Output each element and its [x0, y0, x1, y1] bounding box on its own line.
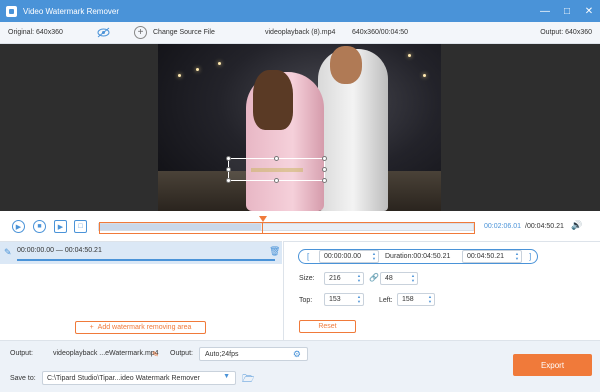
export-button[interactable]: Export — [513, 354, 592, 376]
format-label: Output: — [170, 350, 193, 357]
output-bar: Output: videoplayback ...eWatermark.mp4 … — [0, 340, 600, 392]
total-time: /00:04:50.21 — [525, 223, 564, 230]
resize-handle[interactable] — [322, 167, 327, 172]
add-area-label: Add watermark removing area — [97, 324, 192, 331]
top-value: 153 — [329, 296, 341, 303]
link-icon[interactable]: 🔗 — [369, 273, 379, 282]
light-dot — [218, 62, 221, 65]
window-title: Video Watermark Remover — [23, 6, 120, 16]
segment-panel: ✎ 00:00:00.00 — 00:04:50.21 🗑 + Add wate… — [0, 241, 282, 340]
info-bar: Original: 640x360 + Change Source File v… — [0, 22, 600, 44]
output-label: Output: — [10, 350, 33, 357]
area-settings-panel: [ 00:00:00.00 ▲ ▼ Duration:00:04:50.21 00… — [283, 241, 600, 340]
resize-handle[interactable] — [226, 167, 231, 172]
add-area-button[interactable]: + Add watermark removing area — [75, 321, 206, 334]
start-time-field[interactable]: 00:00:00.00 ▲ ▼ — [319, 250, 379, 263]
brush-icon: ✎ — [4, 247, 12, 257]
watermark-selection-box[interactable] — [226, 156, 327, 183]
light-dot — [178, 74, 181, 77]
playhead[interactable] — [259, 216, 267, 222]
height-field[interactable]: 48 ▲ ▼ — [380, 272, 418, 285]
duration-value: Duration:00:04:50.21 — [385, 253, 451, 260]
spinner-icon[interactable]: ▲ ▼ — [371, 251, 377, 262]
edit-icon[interactable]: ✎ — [152, 350, 159, 359]
output-format-field[interactable]: Auto;24fps ⚙ — [199, 347, 308, 361]
playhead-line — [262, 222, 263, 234]
folder-icon[interactable]: 🗁 — [242, 372, 254, 389]
duration-bar: [ 00:00:00.00 ▲ ▼ Duration:00:04:50.21 00… — [298, 249, 538, 264]
resize-handle[interactable] — [322, 178, 327, 183]
stop-icon[interactable]: ■ — [33, 220, 46, 233]
light-dot — [408, 54, 411, 57]
video-figure-woman-hair — [253, 70, 293, 130]
save-path-value: C:\Tipard Studio\Tipar...ideo Watermark … — [47, 374, 200, 382]
source-dimensions: 640x360/00:04:50 — [352, 29, 409, 36]
current-time: 00:02:06.01 — [484, 223, 521, 230]
duration-field: Duration:00:04:50.21 — [381, 250, 459, 263]
resize-handle[interactable] — [226, 156, 231, 161]
spinner-icon[interactable]: ▲ ▼ — [514, 251, 520, 262]
width-value: 216 — [329, 275, 341, 282]
chevron-down-icon[interactable]: ▼ — [223, 373, 230, 380]
resize-handle[interactable] — [274, 178, 279, 183]
loop-icon[interactable]: □ — [74, 220, 87, 233]
title-bar: Video Watermark Remover — □ ✕ — [0, 0, 600, 22]
light-dot — [423, 74, 426, 77]
resize-handle[interactable] — [322, 156, 327, 161]
app-logo-icon — [6, 5, 17, 17]
video-player — [0, 44, 600, 211]
save-to-label: Save to: — [10, 375, 36, 382]
volume-icon[interactable]: 🔊 — [571, 220, 583, 231]
output-resolution: Output: 640x360 — [540, 29, 592, 36]
top-field[interactable]: 153 ▲ ▼ — [324, 293, 364, 306]
video-frame — [158, 44, 441, 211]
spinner-icon[interactable]: ▲ ▼ — [410, 273, 416, 284]
timeline-range[interactable] — [99, 222, 475, 234]
output-filename: videoplayback ...eWatermark.mp4 — [53, 350, 159, 357]
timeline[interactable] — [98, 216, 475, 234]
light-dot — [196, 68, 199, 71]
play-icon[interactable]: ▶ — [12, 220, 25, 233]
eye-hidden-icon[interactable] — [97, 27, 110, 38]
left-label: Left: — [379, 297, 393, 304]
spinner-icon[interactable]: ▲ ▼ — [356, 273, 362, 284]
size-label: Size: — [299, 275, 315, 282]
height-value: 48 — [385, 275, 393, 282]
resize-handle[interactable] — [226, 178, 231, 183]
end-time-value: 00:04:50.21 — [467, 253, 504, 260]
spinner-icon[interactable]: ▲ ▼ — [427, 294, 433, 305]
segment-range: 00:00:00.00 — 00:04:50.21 — [17, 247, 102, 254]
resize-handle[interactable] — [274, 156, 279, 161]
end-time-field[interactable]: 00:04:50.21 ▲ ▼ — [462, 250, 522, 263]
left-field[interactable]: 158 ▲ ▼ — [397, 293, 435, 306]
start-time-value: 00:00:00.00 — [324, 253, 361, 260]
bracket-left-icon[interactable]: [ — [307, 252, 309, 261]
gear-icon[interactable]: ⚙ — [293, 349, 301, 360]
segment-row[interactable]: ✎ 00:00:00.00 — 00:04:50.21 🗑 — [0, 242, 282, 264]
watermark-area — [251, 168, 303, 172]
change-source-button[interactable]: + Change Source File — [134, 26, 215, 39]
left-value: 158 — [402, 296, 414, 303]
width-field[interactable]: 216 ▲ ▼ — [324, 272, 364, 285]
output-format-value: Auto;24fps — [205, 350, 239, 358]
spinner-icon[interactable]: ▲ ▼ — [356, 294, 362, 305]
save-path-select[interactable]: C:\Tipard Studio\Tipar...ideo Watermark … — [42, 371, 236, 385]
bracket-right-icon[interactable]: ] — [529, 252, 531, 261]
maximize-icon[interactable]: □ — [556, 0, 578, 22]
window-controls: — □ ✕ — [534, 0, 600, 22]
segment-bar — [17, 259, 275, 261]
play-segment-icon[interactable]: ▶ — [54, 220, 67, 233]
original-resolution: Original: 640x360 — [8, 29, 63, 36]
minimize-icon[interactable]: — — [534, 0, 556, 22]
source-filename: videoplayback (8).mp4 — [265, 29, 336, 36]
change-source-label: Change Source File — [153, 29, 215, 36]
reset-button[interactable]: Reset — [299, 320, 356, 333]
plus-icon: + — [89, 324, 94, 331]
top-label: Top: — [299, 297, 313, 304]
video-figure-man-head — [330, 46, 362, 84]
trash-icon[interactable]: 🗑 — [269, 246, 280, 257]
close-icon[interactable]: ✕ — [578, 0, 600, 22]
plus-icon: + — [134, 26, 147, 39]
